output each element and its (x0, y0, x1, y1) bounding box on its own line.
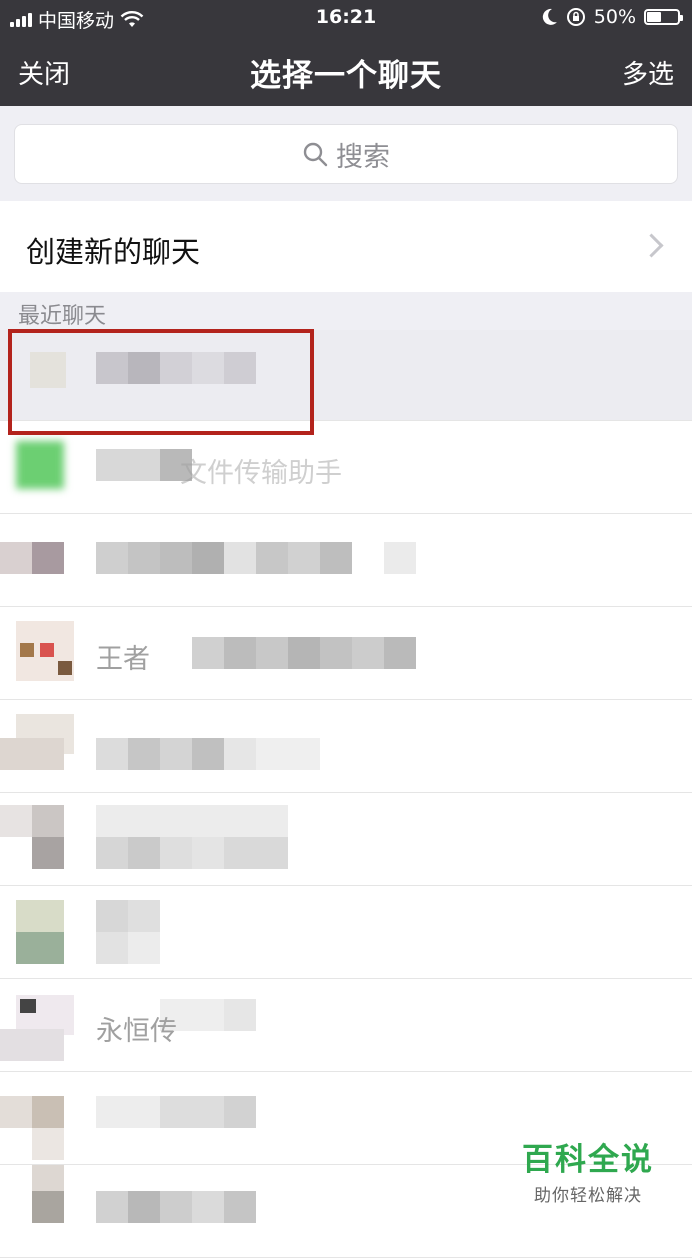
recent-chats-header: 最近聊天 (0, 292, 692, 330)
chat-name: 王者 (96, 644, 150, 675)
highlight-box (8, 329, 314, 435)
status-bar: 中国移动 16:21 50% (0, 0, 692, 36)
search-placeholder: 搜索 (336, 141, 390, 173)
chevron-right-icon (639, 233, 664, 258)
nav-bar: 关闭 选择一个聊天 多选 (0, 36, 692, 106)
page-title: 选择一个聊天 (250, 58, 442, 94)
list-item[interactable]: 永恒传 (0, 979, 692, 1072)
list-item[interactable] (0, 700, 692, 793)
moon-icon (542, 8, 557, 25)
search-area: 搜索 (0, 106, 692, 201)
list-item[interactable]: 王者 (0, 607, 692, 700)
avatar (0, 805, 32, 837)
avatar (0, 542, 32, 574)
orientation-lock-icon (566, 8, 585, 26)
avatar (16, 441, 64, 489)
watermark-subtitle: 助你轻松解决 (534, 1186, 642, 1206)
avatar (0, 1096, 32, 1128)
list-item[interactable] (0, 514, 692, 607)
search-icon (303, 142, 328, 167)
chat-name: 永恒传 (96, 1016, 177, 1047)
watermark-title: 百科全说 (522, 1142, 654, 1178)
search-input[interactable]: 搜索 (14, 124, 678, 184)
watermark: 百科全说 助你轻松解决 (522, 1134, 654, 1206)
recent-chats-label: 最近聊天 (18, 304, 107, 329)
multi-select-button[interactable]: 多选 (622, 54, 674, 91)
battery-percent: 50% (593, 6, 636, 28)
chat-list: 文件传输助手 王者 永恒传 (0, 330, 692, 1258)
list-item[interactable] (0, 886, 692, 979)
battery-icon (644, 9, 683, 25)
top-bar: 中国移动 16:21 50% 关闭 选择一个聊天 多选 (0, 0, 692, 106)
create-new-chat-row[interactable]: 创建新的聊天 (0, 201, 692, 292)
list-item[interactable] (0, 793, 692, 886)
create-new-chat-label: 创建新的聊天 (26, 235, 201, 269)
chat-name: 文件传输助手 (180, 458, 342, 489)
battery-fill (647, 12, 661, 22)
